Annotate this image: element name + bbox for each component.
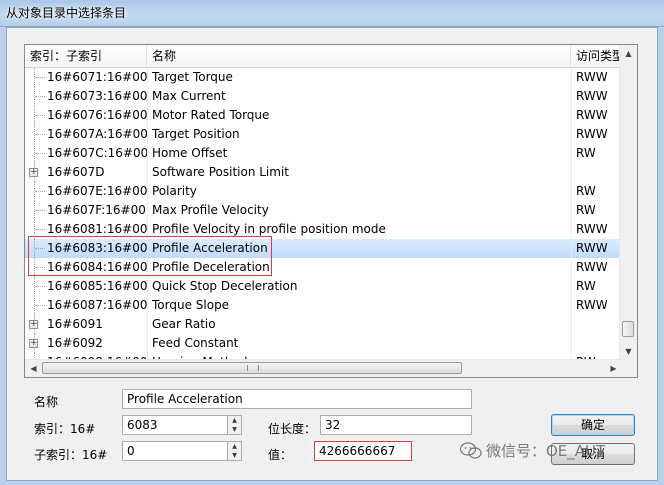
scroll-down-icon[interactable]: ▼ — [620, 343, 637, 360]
cell-name: Target Position — [147, 125, 571, 144]
cell-index: 16#6071:16#00 — [47, 70, 147, 84]
name-label: 名称 — [34, 395, 59, 409]
table-row[interactable]: 16#6085:16#00 Quick Stop Deceleration RW — [25, 277, 621, 296]
scroll-left-icon[interactable]: ◀ — [25, 360, 42, 377]
cell-index: 16#6076:16#00 — [47, 108, 147, 122]
list-header: 索引：子索引 名称 访问类型 — [25, 45, 621, 68]
cell-index: 16#607D — [47, 165, 105, 179]
cell-index: 16#607C:16#00 — [47, 146, 147, 160]
name-field[interactable]: Profile Acceleration — [122, 389, 472, 409]
cell-access: RWW — [571, 220, 621, 239]
cell-access: RW — [571, 277, 621, 296]
table-row[interactable]: 16#6087:16#00 Torque Slope RWW — [25, 296, 621, 315]
cell-access: RWW — [571, 106, 621, 125]
cell-index: 16#6073:16#00 — [47, 89, 147, 103]
cell-name: Max Current — [147, 87, 571, 106]
bitlength-field[interactable]: 32 — [320, 415, 472, 435]
cell-index: 16#6087:16#00 — [47, 298, 147, 312]
scroll-up-icon[interactable]: ▲ — [620, 45, 637, 62]
cell-access — [571, 334, 621, 353]
table-row[interactable]: 16#6076:16#00 Motor Rated Torque RWW — [25, 106, 621, 125]
subindex-field[interactable]: 0 — [122, 441, 228, 461]
spin-down-icon[interactable]: ▼ — [228, 425, 241, 434]
cell-name: Home Offset — [147, 144, 571, 163]
cell-access: RW — [571, 182, 621, 201]
cell-access: RWW — [571, 125, 621, 144]
object-list[interactable]: 索引：子索引 名称 访问类型 16#6071:16#00 Target Torqu… — [24, 44, 638, 378]
cell-name: Profile Deceleration — [147, 258, 571, 277]
table-row[interactable]: +16#6091 Gear Ratio — [25, 315, 621, 334]
grip-icon — [247, 365, 259, 371]
table-row[interactable]: +16#607D Software Position Limit — [25, 163, 621, 182]
cell-name: Motor Rated Torque — [147, 106, 571, 125]
horizontal-scroll-thumb[interactable] — [42, 362, 462, 374]
wechat-icon — [460, 442, 482, 459]
scroll-thumb[interactable] — [622, 321, 634, 337]
index-label: 索引：16# — [34, 422, 96, 436]
cell-name: Software Position Limit — [147, 163, 571, 182]
watermark-text: 微信号：OE_AUT — [486, 442, 606, 460]
index-field[interactable]: 6083 — [122, 415, 228, 435]
cell-access: RWW — [571, 87, 621, 106]
cell-access: RWW — [571, 239, 621, 258]
cell-index: 16#607E:16#00 — [47, 184, 147, 198]
header-access[interactable]: 访问类型 — [571, 45, 621, 67]
cell-name: Polarity — [147, 182, 571, 201]
cell-index: 16#6084:16#00 — [47, 260, 147, 274]
cell-index: 16#607F:16#00 — [47, 203, 146, 217]
ok-button[interactable]: 确定 — [551, 414, 635, 436]
table-row[interactable]: +16#6092 Feed Constant — [25, 334, 621, 353]
cell-index: 16#6092 — [47, 336, 103, 350]
vertical-scrollbar[interactable]: ▲ ▼ — [619, 45, 637, 360]
bitlength-label: 位长度： — [268, 422, 317, 436]
spin-up-icon[interactable]: ▲ — [228, 442, 241, 451]
value-label: 值： — [268, 448, 293, 462]
cell-index: 16#6081:16#00 — [47, 222, 147, 236]
horizontal-scrollbar[interactable]: ◀ ▶ — [25, 359, 622, 377]
table-row[interactable]: 16#6071:16#00 Target Torque RWW — [25, 68, 621, 87]
header-index[interactable]: 索引：子索引 — [25, 45, 147, 67]
cell-index: 16#6085:16#00 — [47, 279, 147, 293]
table-row[interactable]: 16#607E:16#00 Polarity RW — [25, 182, 621, 201]
cell-access: RW — [571, 201, 621, 220]
cell-name: Profile Acceleration — [147, 239, 571, 258]
cell-access: RWW — [571, 296, 621, 315]
value-field[interactable]: 4266666667 — [314, 441, 412, 461]
cell-name: Feed Constant — [147, 334, 571, 353]
table-row[interactable]: 16#6083:16#00 Profile Acceleration RWW — [25, 239, 621, 258]
table-row[interactable]: 16#607A:16#00 Target Position RWW — [25, 125, 621, 144]
cell-index: 16#607A:16#00 — [47, 127, 147, 141]
index-spinner[interactable]: ▲ ▼ — [227, 415, 242, 435]
cell-name: Target Torque — [147, 68, 571, 87]
cell-index: 16#6091 — [47, 317, 103, 331]
cell-name: Profile Velocity in profile position mod… — [147, 220, 571, 239]
cell-access — [571, 315, 621, 334]
table-row[interactable]: 16#6073:16#00 Max Current RWW — [25, 87, 621, 106]
header-name[interactable]: 名称 — [147, 45, 571, 67]
title-bar: 从对象目录中选择条目 — [0, 0, 664, 27]
cell-access: RW — [571, 144, 621, 163]
cell-name: Quick Stop Deceleration — [147, 277, 571, 296]
table-row[interactable]: 16#6081:16#00 Profile Velocity in profile… — [25, 220, 621, 239]
table-row[interactable]: 16#6084:16#00 Profile Deceleration RWW — [25, 258, 621, 277]
list-rows: 16#6071:16#00 Target Torque RWW 16#6073:16#… — [25, 68, 621, 360]
scroll-corner — [620, 360, 637, 377]
subindex-label: 子索引：16# — [34, 448, 108, 462]
spin-down-icon[interactable]: ▼ — [228, 451, 241, 460]
cell-access: RWW — [571, 68, 621, 87]
spin-up-icon[interactable]: ▲ — [228, 416, 241, 425]
cell-access — [571, 163, 621, 182]
cell-index: 16#6083:16#00 — [47, 241, 147, 255]
cell-access: RWW — [571, 258, 621, 277]
cell-name: Gear Ratio — [147, 315, 571, 334]
subindex-spinner[interactable]: ▲ ▼ — [227, 441, 242, 461]
table-row[interactable]: 16#607C:16#00 Home Offset RW — [25, 144, 621, 163]
table-row[interactable]: 16#607F:16#00 Max Profile Velocity RW — [25, 201, 621, 220]
cell-name: Max Profile Velocity — [147, 201, 571, 220]
cell-name: Torque Slope — [147, 296, 571, 315]
window-title: 从对象目录中选择条目 — [6, 6, 127, 20]
